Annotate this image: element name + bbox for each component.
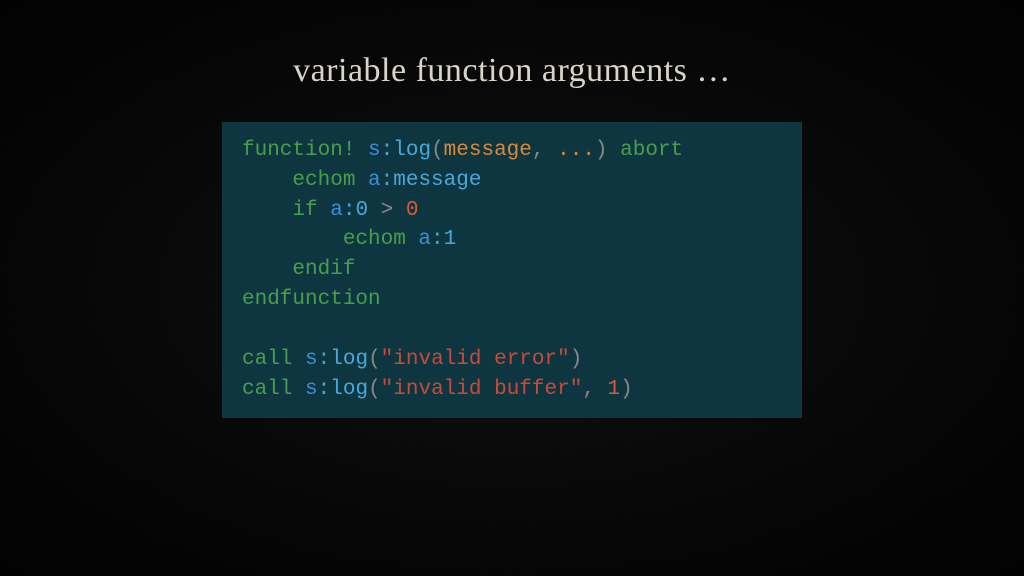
keyword-call: call bbox=[242, 378, 292, 401]
keyword-endfunction: endfunction bbox=[242, 288, 381, 311]
namespace-s: s bbox=[292, 348, 317, 371]
keyword-echom: echom bbox=[242, 169, 355, 192]
param-varargs: ... bbox=[557, 139, 595, 162]
namespace-a: a bbox=[355, 169, 380, 192]
paren-open: ( bbox=[431, 139, 444, 162]
function-name: :log bbox=[381, 139, 431, 162]
literal-one: 1 bbox=[608, 378, 621, 401]
operator-gt: > bbox=[368, 199, 406, 222]
var-zero: :0 bbox=[343, 199, 368, 222]
slide-title: variable function arguments … bbox=[293, 52, 731, 90]
paren-open: ( bbox=[368, 348, 381, 371]
code-block: function! s:log(message, ...) abort echo… bbox=[222, 122, 802, 418]
function-call-log: :log bbox=[318, 348, 368, 371]
keyword-call: call bbox=[242, 348, 292, 371]
paren-close: ) bbox=[595, 139, 608, 162]
keyword-endif: endif bbox=[242, 258, 355, 281]
var-message: :message bbox=[381, 169, 482, 192]
var-one: :1 bbox=[431, 228, 456, 251]
namespace-a: a bbox=[318, 199, 343, 222]
string-literal: "invalid buffer" bbox=[381, 378, 583, 401]
keyword-echom: echom bbox=[242, 228, 406, 251]
comma: , bbox=[532, 139, 557, 162]
comma: , bbox=[582, 378, 607, 401]
paren-open: ( bbox=[368, 378, 381, 401]
function-call-log: :log bbox=[318, 378, 368, 401]
literal-zero: 0 bbox=[406, 199, 419, 222]
namespace-s: s bbox=[292, 378, 317, 401]
namespace-s: s bbox=[355, 139, 380, 162]
paren-close: ) bbox=[620, 378, 633, 401]
namespace-a: a bbox=[406, 228, 431, 251]
keyword-if: if bbox=[242, 199, 318, 222]
param-message: message bbox=[444, 139, 532, 162]
paren-close: ) bbox=[570, 348, 583, 371]
keyword-function: function! bbox=[242, 139, 355, 162]
keyword-abort: abort bbox=[608, 139, 684, 162]
string-literal: "invalid error" bbox=[381, 348, 570, 371]
